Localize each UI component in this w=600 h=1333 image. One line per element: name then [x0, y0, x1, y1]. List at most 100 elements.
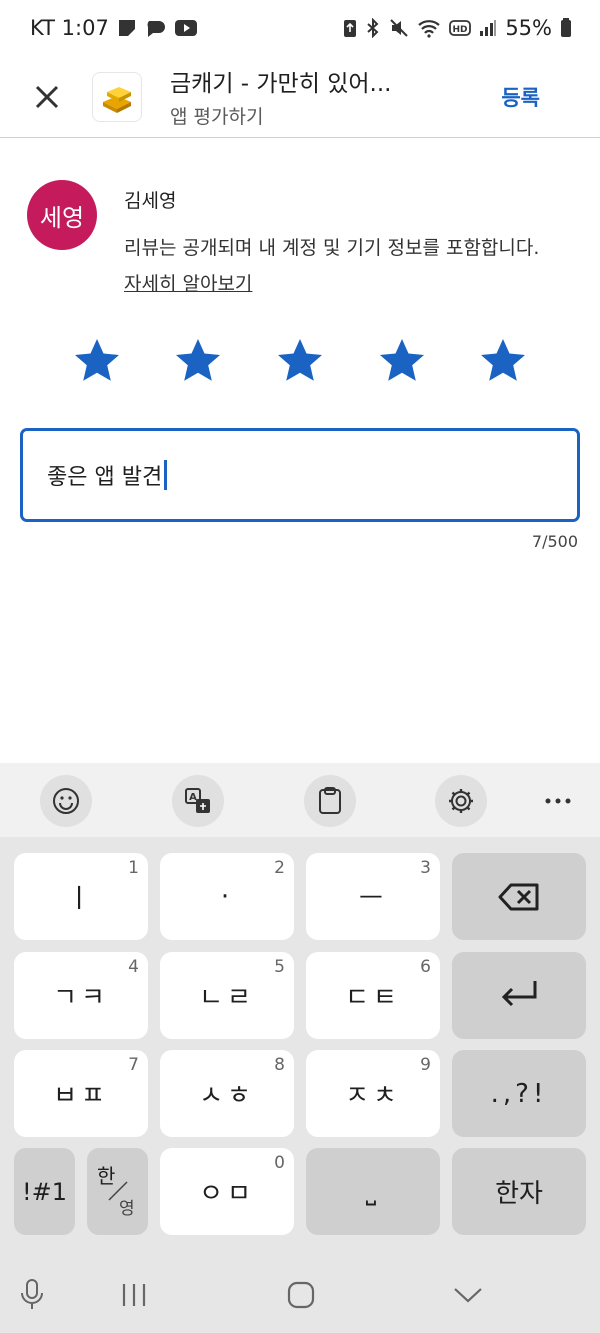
home-button[interactable]: [279, 1275, 323, 1315]
close-button[interactable]: [0, 56, 94, 138]
key-label: ㅡ: [359, 884, 387, 914]
microphone-icon: [21, 1279, 43, 1309]
gear-icon: [449, 789, 473, 813]
recents-icon: [122, 1284, 146, 1306]
user-block: 세영 김세영 리뷰는 공개되며 내 계정 및 기기 정보를 포함합니다. 자세히…: [27, 178, 577, 298]
translate-icon: A: [185, 788, 210, 813]
bluetooth-icon: [365, 18, 381, 38]
svg-text:HD: HD: [453, 25, 468, 35]
status-right: HD 55%: [343, 16, 572, 40]
key-label: ㅈㅊ: [345, 1081, 401, 1111]
punctuation-label: .,?!: [490, 1078, 548, 1109]
chat-icon: [145, 18, 167, 38]
notification-icon: [117, 18, 137, 38]
mute-icon: [389, 18, 409, 38]
more-icon: [545, 798, 571, 804]
key-7[interactable]: ㅂㅍ 7: [14, 1050, 148, 1137]
youtube-icon: [174, 19, 197, 37]
learn-more-link[interactable]: 자세히 알아보기: [124, 273, 252, 295]
key-number: 3: [420, 858, 431, 878]
hide-keyboard-button[interactable]: [446, 1275, 490, 1315]
backspace-key[interactable]: [452, 853, 586, 940]
text-caret: [164, 460, 168, 490]
privacy-notice: 리뷰는 공개되며 내 계정 및 기기 정보를 포함합니다. 자세히 알아보기: [124, 230, 544, 302]
clipboard-button[interactable]: [304, 775, 356, 827]
key-number: 1: [128, 858, 139, 878]
submit-button[interactable]: 등록: [501, 82, 540, 112]
app-header: 금캐기 - 가만히 있어... 앱 평가하기 등록: [0, 56, 600, 138]
key-number: 5: [274, 957, 285, 977]
app-icon: [92, 71, 142, 122]
key-4[interactable]: ㄱㅋ 4: [14, 952, 148, 1039]
navigation-bar: [0, 1257, 600, 1333]
voice-input-button[interactable]: [10, 1275, 54, 1315]
emoji-icon: [53, 788, 79, 814]
key-8[interactable]: ㅅㅎ 8: [160, 1050, 294, 1137]
review-text: 좋은 앱 발견: [47, 465, 163, 490]
key-6[interactable]: ㄷㅌ 6: [306, 952, 440, 1039]
symbols-key[interactable]: !#1: [14, 1148, 75, 1235]
language-toggle-key[interactable]: 한 영: [87, 1148, 148, 1235]
key-5[interactable]: ㄴㄹ 5: [160, 952, 294, 1039]
space-key[interactable]: ⎵: [306, 1148, 440, 1235]
keyboard-toolbar: A: [0, 763, 600, 837]
signal-icon: [479, 19, 497, 37]
key-number: 6: [420, 957, 431, 977]
star-4-icon[interactable]: [377, 336, 427, 386]
star-3-icon[interactable]: [275, 336, 325, 386]
key-number: 4: [128, 957, 139, 977]
more-options-button[interactable]: [538, 775, 578, 827]
keyboard-settings-button[interactable]: [435, 775, 487, 827]
key-3[interactable]: ㅡ3: [306, 853, 440, 940]
punctuation-key[interactable]: .,?!: [452, 1050, 586, 1137]
space-label: ⎵: [365, 1176, 381, 1206]
hd-icon: HD: [449, 19, 472, 37]
key-label: ·: [220, 881, 234, 912]
wifi-icon: [417, 18, 441, 38]
home-icon: [287, 1281, 315, 1309]
emoji-button[interactable]: [40, 775, 92, 827]
key-label: ㅂㅍ: [53, 1081, 109, 1111]
keyboard: ㅣ1 · 2 ㅡ3 ㄱㅋ 4 ㄴㄹ 5 ㄷㅌ 6 ㅂㅍ 7 ㅅㅎ 8 ㅈㅊ 9 .,?! !#…: [0, 837, 600, 1257]
key-label: ㅇㅁ: [199, 1179, 255, 1209]
key-number: 0: [274, 1153, 285, 1173]
translate-button[interactable]: A: [172, 775, 224, 827]
character-counter: 7/500: [531, 532, 578, 551]
star-1-icon[interactable]: [72, 336, 122, 386]
chevron-down-icon: [454, 1288, 482, 1303]
key-label: ㅣ: [67, 884, 95, 914]
key-0[interactable]: ㅇㅁ 0: [160, 1148, 294, 1235]
recent-apps-button[interactable]: [112, 1275, 156, 1315]
header-text: 금캐기 - 가만히 있어... 앱 평가하기: [170, 64, 501, 129]
key-9[interactable]: ㅈㅊ 9: [306, 1050, 440, 1137]
key-label: ㄴㄹ: [199, 983, 255, 1013]
key-number: 2: [274, 858, 285, 878]
page-subtitle: 앱 평가하기: [170, 106, 264, 128]
review-input[interactable]: 좋은 앱 발견: [20, 428, 580, 522]
key-2[interactable]: · 2: [160, 853, 294, 940]
battery-percent: 55%: [505, 16, 552, 40]
status-left: KT 1:07: [30, 16, 197, 40]
key-number: 9: [420, 1055, 431, 1075]
sync-icon: [343, 18, 357, 38]
enter-icon: [501, 980, 537, 1006]
key-label: ㅅㅎ: [199, 1081, 255, 1111]
avatar: 세영: [27, 180, 97, 250]
user-name: 김세영: [124, 190, 177, 212]
hanja-key[interactable]: 한자: [452, 1148, 586, 1235]
enter-key[interactable]: [452, 952, 586, 1039]
lang-bottom-label: 영: [119, 1199, 135, 1219]
privacy-notice-text: 리뷰는 공개되며 내 계정 및 기기 정보를 포함합니다.: [124, 237, 540, 259]
star-5-icon[interactable]: [478, 336, 528, 386]
key-number: 7: [128, 1055, 139, 1075]
key-label: ㄱㅋ: [53, 983, 109, 1013]
gold-bars-icon: [103, 86, 131, 113]
app-title: 금캐기 - 가만히 있어...: [170, 71, 392, 97]
key-1[interactable]: ㅣ1: [14, 853, 148, 940]
battery-icon: [560, 18, 572, 38]
carrier-time: KT 1:07: [30, 16, 109, 40]
svg-text:A: A: [189, 792, 197, 803]
clipboard-icon: [319, 787, 341, 814]
star-2-icon[interactable]: [173, 336, 223, 386]
status-bar: KT 1:07 HD 55%: [0, 0, 600, 56]
